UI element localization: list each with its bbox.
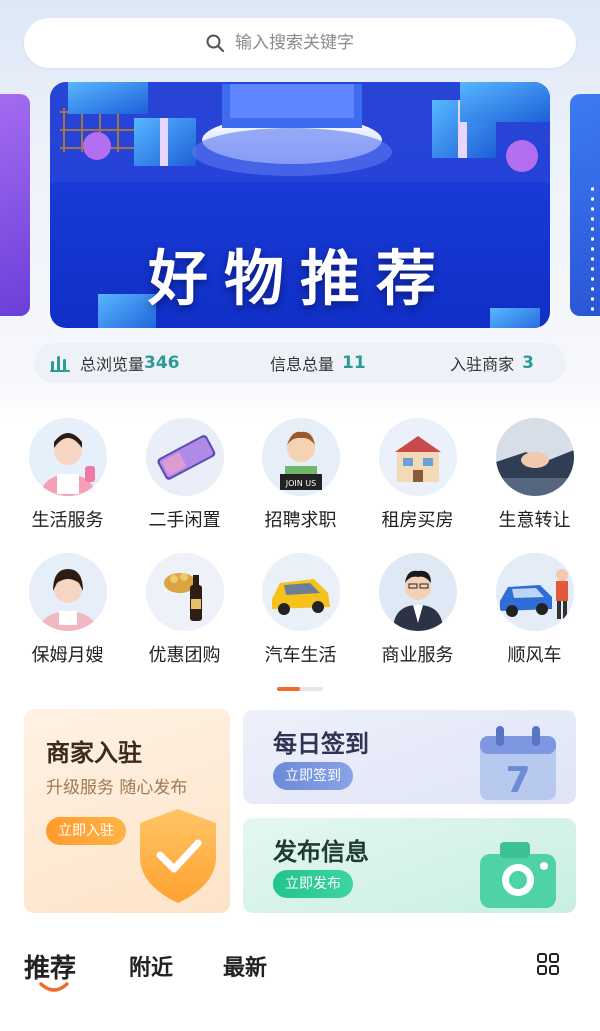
category-label: 二手闲置	[148, 510, 221, 531]
car-image	[261, 553, 340, 631]
group-buy-image	[145, 553, 224, 631]
category-secondhand[interactable]: 二手闲置	[126, 418, 243, 532]
category-label: 生活服务	[31, 510, 104, 531]
category-life-service[interactable]: 生活服务	[9, 418, 126, 532]
shield-check-icon	[140, 809, 216, 903]
stat-label: 总浏览量	[80, 355, 145, 374]
publish-now-button[interactable]: 立即发布	[273, 870, 353, 898]
category-business-transfer[interactable]: 生意转让	[476, 418, 593, 532]
feed-tabs: 推荐 附近 最新	[24, 950, 576, 1000]
stat-merchants: 入驻商家 3	[450, 351, 534, 375]
page-indicator-active	[277, 687, 300, 691]
category-label: 顺风车	[507, 645, 562, 666]
tab-nearby[interactable]: 附近	[129, 950, 173, 982]
category-label: 租房买房	[381, 510, 454, 531]
category-label: 优惠团购	[148, 645, 221, 666]
carpool-image	[495, 553, 574, 631]
nanny-image	[28, 553, 107, 631]
tab-label: 最新	[223, 956, 268, 981]
merchant-join-card[interactable]: 商家入驻 升级服务 随心发布 立即入驻	[24, 709, 230, 913]
stat-label: 入驻商家	[450, 355, 515, 374]
tab-recommend[interactable]: 推荐	[24, 948, 77, 992]
grid-menu-icon[interactable]	[536, 952, 560, 976]
tab-label: 附近	[129, 956, 174, 981]
category-carpool[interactable]: 顺风车	[476, 553, 593, 667]
stat-total-info: 信息总量 11	[270, 351, 366, 375]
category-label: 招聘求职	[264, 510, 337, 531]
stat-label: 信息总量	[270, 355, 335, 374]
banner-title: 好物推荐	[148, 244, 452, 315]
category-label: 生意转让	[498, 510, 571, 531]
camera-icon	[480, 842, 556, 908]
search-bar[interactable]	[24, 18, 576, 68]
category-label: 汽车生活	[264, 645, 337, 666]
category-recruitment[interactable]: JOIN US 招聘求职	[242, 418, 359, 532]
stat-total-views: 总浏览量 346	[50, 351, 180, 375]
category-label: 商业服务	[381, 645, 454, 666]
search-input[interactable]	[235, 33, 395, 53]
merchant-subtitle: 升级服务 随心发布	[46, 778, 188, 798]
stats-bar: 总浏览量 346 信息总量 11 入驻商家 3	[34, 343, 566, 383]
join-now-button[interactable]: 立即入驻	[46, 817, 126, 845]
category-nanny[interactable]: 保姆月嫂	[9, 553, 126, 667]
carousel-next-card[interactable]	[570, 94, 600, 316]
tab-latest[interactable]: 最新	[223, 950, 267, 982]
category-car-life[interactable]: 汽车生活	[242, 553, 359, 667]
active-tab-indicator	[39, 982, 69, 992]
checkin-title: 每日签到	[273, 730, 369, 758]
daily-checkin-card[interactable]: 每日签到 立即签到 7	[243, 710, 576, 804]
svg-text:JOIN US: JOIN US	[284, 479, 315, 488]
merchant-title: 商家入驻	[46, 739, 142, 767]
checkin-now-button[interactable]: 立即签到	[273, 762, 353, 790]
svg-text:7: 7	[505, 760, 530, 800]
grid-page-indicator[interactable]	[277, 687, 323, 691]
category-business-service[interactable]: 商业服务	[359, 553, 476, 667]
recruitment-image: JOIN US	[261, 418, 340, 496]
life-service-image	[28, 418, 107, 496]
calendar-icon: 7	[480, 726, 556, 800]
promo-banner[interactable]: 好物推荐	[50, 82, 550, 328]
category-label: 保姆月嫂	[31, 645, 104, 666]
business-service-image	[378, 553, 457, 631]
carousel-prev-card[interactable]	[0, 94, 30, 316]
category-group-buy[interactable]: 优惠团购	[126, 553, 243, 667]
publish-title: 发布信息	[273, 838, 369, 866]
stat-value: 11	[342, 353, 366, 373]
category-housing[interactable]: 租房买房	[359, 418, 476, 532]
smartphone-image	[145, 418, 224, 496]
tab-label: 推荐	[24, 954, 77, 984]
house-image	[378, 418, 457, 496]
stat-value: 3	[522, 353, 534, 373]
stat-value: 346	[144, 353, 180, 373]
bar-chart-icon	[50, 356, 70, 372]
publish-info-card[interactable]: 发布信息 立即发布	[243, 818, 576, 913]
handshake-image	[495, 418, 574, 496]
search-icon	[206, 34, 225, 53]
